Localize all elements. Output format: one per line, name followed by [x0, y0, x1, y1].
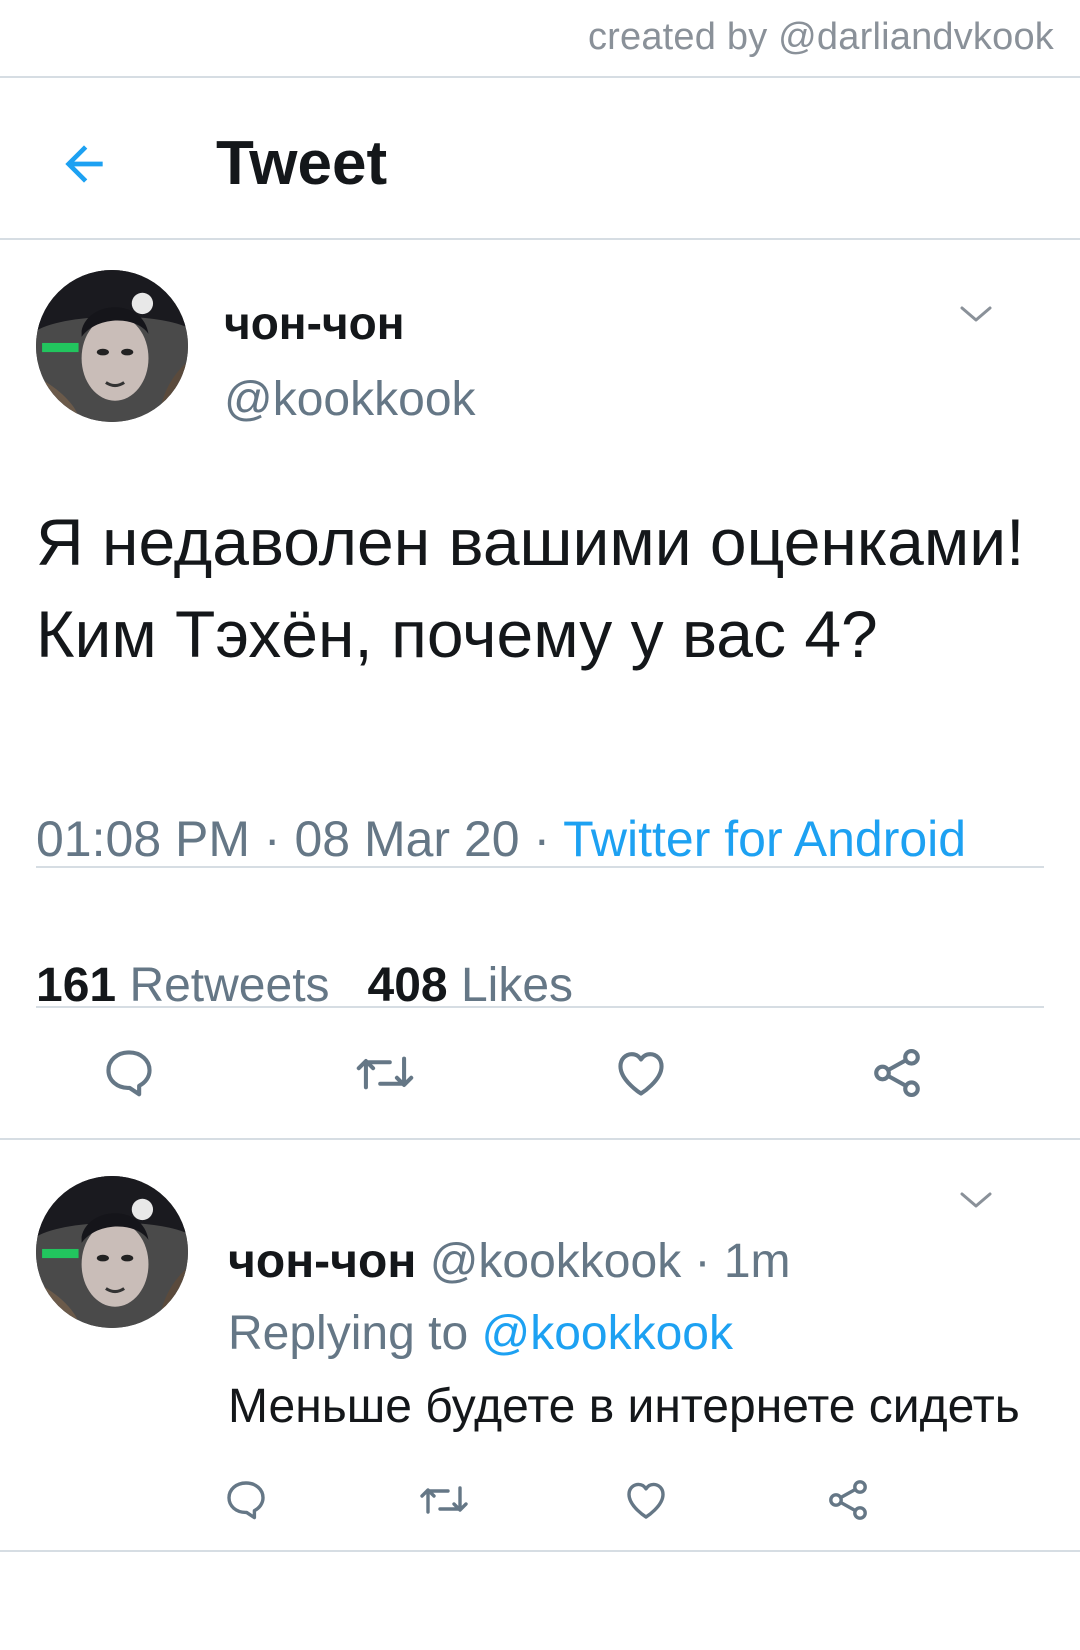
- chevron-down-icon[interactable]: [956, 1186, 996, 1214]
- avatar[interactable]: [36, 270, 188, 422]
- reply-header: чон-чон @kookkook · 1m: [228, 1234, 791, 1289]
- divider: [0, 238, 1080, 240]
- divider: [0, 76, 1080, 78]
- reply-time: 1m: [723, 1235, 791, 1288]
- comment-icon[interactable]: [100, 1044, 158, 1102]
- like-label: Likes: [460, 959, 574, 1012]
- page-title: Tweet: [216, 129, 388, 198]
- comment-icon[interactable]: [222, 1476, 270, 1524]
- author-display-name[interactable]: чон-чон: [224, 296, 405, 350]
- author-handle[interactable]: @kookkook: [224, 372, 476, 427]
- tweet-text: Я недаволен вашими оценками! Ким Тэхён, …: [36, 505, 1025, 671]
- chevron-down-icon[interactable]: [956, 300, 996, 328]
- replying-to-mention[interactable]: @kookkook: [481, 1307, 733, 1360]
- retweet-icon[interactable]: [418, 1476, 470, 1524]
- like-stat[interactable]: 408 Likes: [368, 959, 574, 1012]
- share-icon[interactable]: [824, 1476, 872, 1524]
- retweet-count: 161: [36, 959, 117, 1012]
- tweet-stats: 161 Retweets 408 Likes: [36, 958, 573, 1013]
- heart-icon[interactable]: [612, 1044, 670, 1102]
- app-header: Tweet: [0, 82, 1080, 250]
- meta-separator: ·: [250, 811, 295, 867]
- divider: [0, 1550, 1080, 1552]
- tweet-source-link[interactable]: Twitter for Android: [563, 811, 966, 867]
- replying-to-label: Replying to: [228, 1307, 469, 1360]
- retweet-label: Retweets: [129, 959, 330, 1012]
- replying-to: Replying to @kookkook: [228, 1306, 733, 1361]
- divider: [36, 866, 1044, 868]
- retweet-stat[interactable]: 161 Retweets: [36, 959, 330, 1012]
- like-count: 408: [367, 959, 448, 1012]
- reply-handle[interactable]: @kookkook: [430, 1235, 682, 1288]
- meta-separator: ·: [519, 811, 564, 867]
- tweet-date: 08 Mar 20: [294, 811, 520, 867]
- creator-credit: created by @darliandvkook: [587, 16, 1054, 58]
- tweet-time: 01:08 PM: [36, 811, 251, 867]
- arrow-left-icon[interactable]: [56, 136, 112, 192]
- meta-separator: ·: [681, 1235, 724, 1288]
- avatar[interactable]: [36, 1176, 188, 1328]
- divider: [36, 1006, 1044, 1008]
- divider: [0, 1138, 1080, 1140]
- reply-text: Меньше будете в интернете сидеть: [228, 1380, 1020, 1433]
- reply-display-name[interactable]: чон-чон: [228, 1235, 416, 1288]
- share-icon[interactable]: [868, 1044, 926, 1102]
- heart-icon[interactable]: [622, 1476, 670, 1524]
- tweet-meta: 01:08 PM · 08 Mar 20 · Twitter for Andro…: [36, 810, 966, 868]
- retweet-icon[interactable]: [354, 1044, 416, 1102]
